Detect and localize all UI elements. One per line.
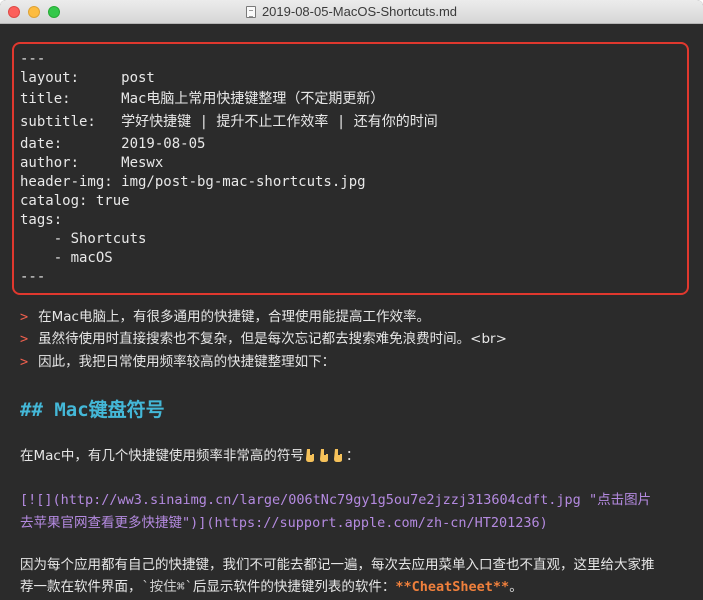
paragraph-text: 后显示软件的快捷键列表的软件： xyxy=(192,579,396,595)
apple-support-url[interactable]: https://support.apple.com/zh-cn/HT201236 xyxy=(215,515,540,531)
front-matter-line: - macOS xyxy=(20,250,113,266)
paragraph-cheatsheet-line-1: 因为每个应用都有自己的快捷键，我们不可能去都记一遍，每次去应用菜单入口查也不直观… xyxy=(20,557,655,573)
front-matter-line: tags: xyxy=(20,212,63,228)
editor-content[interactable]: --- layout: post title: Mac电脑上常用快捷键整理（不定… xyxy=(0,24,703,600)
quote-marker: > xyxy=(20,309,29,325)
image-link-line-1[interactable]: [![](http://ww3.sinaimg.cn/large/006tNc7… xyxy=(20,489,651,511)
inline-code: `按住⌘` xyxy=(141,579,193,595)
bold-cheatsheet: **CheatSheet** xyxy=(395,579,510,595)
front-matter-line: - Shortcuts xyxy=(20,231,147,247)
quote-text: 在Mac电脑上，有很多通用的快捷键，合理使用能提高工作效率。 xyxy=(38,309,430,325)
document-icon xyxy=(245,6,256,18)
paragraph-text: 荐一款在软件界面， xyxy=(20,579,142,595)
quote-marker: > xyxy=(20,331,29,347)
image-url[interactable]: http://ww3.sinaimg.cn/large/006tNc79gy1g… xyxy=(61,492,581,508)
paragraph-suffix: ： xyxy=(345,448,360,464)
front-matter-line: --- xyxy=(20,269,46,285)
pointing-down-emoji xyxy=(304,448,346,464)
paragraph-text: 在Mac中，有几个快捷键使用频率非常高的符号 xyxy=(20,448,304,464)
title-bar[interactable]: 2019-08-05-MacOS-Shortcuts.md xyxy=(0,0,703,24)
front-matter-line: header-img: img/post-bg-mac-shortcuts.jp… xyxy=(20,174,366,190)
blockquote-line: > 在Mac电脑上，有很多通用的快捷键，合理使用能提高工作效率。 xyxy=(20,307,430,327)
front-matter-line: layout: post xyxy=(20,70,155,86)
paragraph-symbols: 在Mac中，有几个快捷键使用频率非常高的符号 ： xyxy=(20,445,359,467)
link-mid: )]( xyxy=(190,515,215,531)
front-matter-line: author: Meswx xyxy=(20,155,164,171)
paragraph-end: 。 xyxy=(509,579,523,595)
window-title: 2019-08-05-MacOS-Shortcuts.md xyxy=(261,4,458,19)
window-title-area: 2019-08-05-MacOS-Shortcuts.md xyxy=(0,0,703,24)
front-matter-line: date: 2019-08-05 xyxy=(20,136,206,152)
link-prefix: [![]( xyxy=(20,492,61,508)
editor-window: 2019-08-05-MacOS-Shortcuts.md --- layout… xyxy=(0,0,703,600)
front-matter-line: --- xyxy=(20,51,46,67)
front-matter-line: title: Mac电脑上常用快捷键整理（不定期更新） xyxy=(20,91,385,107)
section-heading: ## Mac键盘符号 xyxy=(20,399,165,421)
quote-text: 因此，我把日常使用频率较高的快捷键整理如下： xyxy=(38,354,336,370)
blockquote-line: > 虽然待使用时直接搜索也不复杂，但是每次忘记都去搜索难免浪费时间。<br> xyxy=(20,329,507,349)
image-title-cont: 去苹果官网查看更多快捷键" xyxy=(20,515,191,531)
front-matter-line: subtitle: 学好快捷键 | 提升不止工作效率 | 还有你的时间 xyxy=(20,114,438,130)
blockquote-line: > 因此，我把日常使用频率较高的快捷键整理如下： xyxy=(20,352,335,372)
front-matter-line: catalog: true xyxy=(20,193,130,209)
image-link-line-2[interactable]: 去苹果官网查看更多快捷键")](https://support.apple.co… xyxy=(20,512,548,534)
quote-marker: > xyxy=(20,354,29,370)
paragraph-cheatsheet-line-2: 荐一款在软件界面，`按住⌘`后显示软件的快捷键列表的软件：**CheatShee… xyxy=(20,576,523,598)
quote-text: 虽然待使用时直接搜索也不复杂，但是每次忘记都去搜索难免浪费时间。<br> xyxy=(38,331,507,347)
image-title: "点击图片 xyxy=(580,492,652,508)
link-end: ) xyxy=(539,515,548,531)
